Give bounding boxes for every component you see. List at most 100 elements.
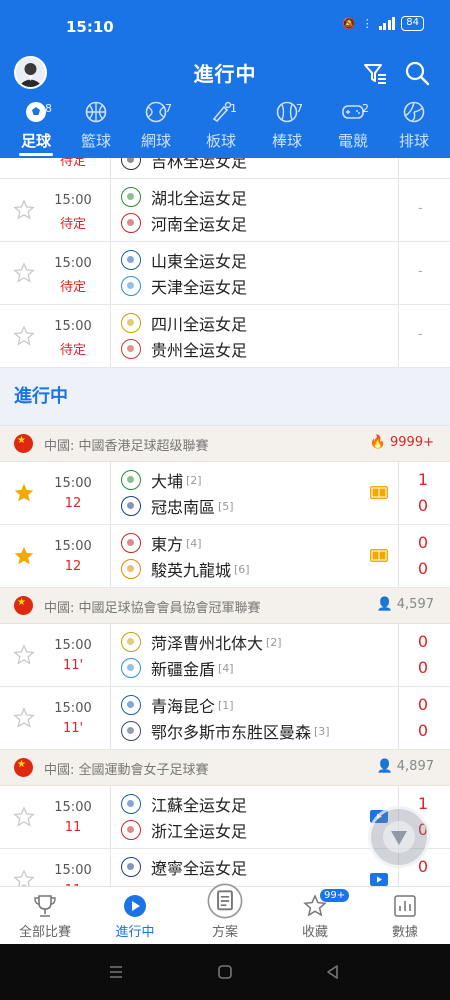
match-row[interactable]: 15:00 待定 山東全运女足 天津全运女足 - [0,242,450,305]
star-icon[interactable] [13,869,35,886]
away-team: 河南全运女足 [121,211,247,235]
tab-count: 7 [165,102,172,115]
home-team: 吉林全运女足 [121,158,247,172]
team-badge-icon [121,339,141,359]
row-divider [110,624,111,686]
match-row[interactable]: 15:00 11' 菏泽曹州北体大 [2] 新疆金盾 [4] 0 0 [0,624,450,687]
floating-assistant-button[interactable] [368,806,430,868]
star-icon[interactable] [13,707,35,729]
row-divider [110,786,111,848]
field-animation-icon[interactable] [370,486,388,499]
tab-esports[interactable]: 2 電競 [321,100,385,151]
team-name: 吉林全运女足 [151,158,248,171]
home-icon[interactable] [217,964,233,980]
tab-baseball[interactable]: 7 棒球 [255,100,319,151]
home-team: 湖北全运女足 [121,185,247,209]
match-time: 15:00 [54,476,92,491]
team-badge-icon [121,632,141,652]
volleyball-icon [403,101,425,123]
team-name: 江蘇全运女足 [151,796,248,815]
match-state: 待定 [59,217,86,232]
match-list[interactable]: 待定 吉林全运女足 15:00 待定 湖北全运女足 河南全运女足 - 15:00… [0,158,450,886]
tab-soccer[interactable]: 8 足球 [4,100,68,151]
video-icon[interactable] [370,873,388,886]
match-time: 15:00 [54,256,92,271]
team-badge-icon [121,213,141,233]
basketball-icon [85,101,107,123]
team-rank: [3] [314,724,330,738]
china-flag-icon [14,596,33,615]
team-badge-icon [121,820,141,840]
home-score: 0 [417,695,429,714]
system-nav-bar [0,944,450,1000]
match-state: 待定 [59,280,86,295]
nav-live[interactable]: 進行中 [90,887,180,945]
tab-count: 2 [362,102,369,115]
match-row-partial[interactable]: 待定 吉林全运女足 [0,158,450,179]
field-animation-icon[interactable] [370,549,388,562]
play-circle-icon [124,895,146,917]
wifi-icon: ⋮ [361,17,373,30]
match-row[interactable]: 15:00 待定 湖北全运女足 河南全运女足 - [0,179,450,242]
home-team: 江蘇全运女足 [121,792,247,816]
star-icon[interactable] [13,199,35,221]
tab-volleyball[interactable]: 排球 [382,100,446,151]
team-rank: [2] [186,473,202,487]
star-icon[interactable] [13,644,35,666]
row-divider [398,462,399,524]
team-badge-icon [121,187,141,207]
team-name: 冠忠南區 [151,498,216,517]
star-icon[interactable] [13,482,35,504]
star-icon[interactable] [13,262,35,284]
recent-apps-icon[interactable] [108,964,124,980]
league-name: 中國: 全國運動會女子足球賽 [44,763,209,778]
nav-all-matches[interactable]: 全部比賽 [0,887,90,945]
team-name: 菏泽曹州北体大 [151,634,264,653]
home-team: 山東全运女足 [121,248,247,272]
filter-icon[interactable] [362,60,388,86]
nav-favorites[interactable]: 99+ 收藏 [270,887,360,945]
league-header[interactable]: 中國: 中國香港足球超级聯賽 🔥 9999+ [0,426,450,462]
league-header[interactable]: 中國: 全國運動會女子足球賽 👤 4,897 [0,750,450,786]
team-badge-icon [121,533,141,553]
star-icon[interactable] [13,545,35,567]
tab-basketball[interactable]: 籃球 [64,100,128,151]
away-team: 駿英九龍城 [6] [121,557,250,581]
back-icon[interactable] [325,964,341,980]
match-row[interactable]: 15:00 12 大埔 [2] 冠忠南區 [5] 1 0 [0,462,450,525]
match-row[interactable]: 15:00 12 東方 [4] 駿英九龍城 [6] 0 0 [0,525,450,588]
match-row[interactable]: 15:00 11' 青海昆仑 [1] 鄂尔多斯市东胜区曼森 [3] 0 0 [0,687,450,750]
tab-label: 籃球 [80,132,111,150]
away-team: 冠忠南區 [5] [121,494,234,518]
user-icon: 👤 [376,759,393,774]
document-icon [207,883,243,919]
nav-data[interactable]: 數據 [360,887,450,945]
home-team: 大埔 [2] [121,468,202,492]
row-divider [110,462,111,524]
team-name: 浙江全运女足 [151,822,248,841]
status-icons: 🔕 ⋮ 84 [342,16,424,31]
league-header[interactable]: 中國: 中國足球協會會員協會冠軍聯賽 👤 4,597 [0,588,450,624]
match-row[interactable]: 15:00 待定 四川全运女足 贵州全运女足 - [0,305,450,368]
active-tab-indicator [19,153,53,156]
tab-count: 1 [230,102,237,115]
match-state: 待定 [59,343,86,358]
nav-plans[interactable]: 方案 [180,883,270,945]
away-score: 0 [417,496,429,515]
team-name: 河南全运女足 [151,215,248,234]
tab-cricket[interactable]: 1 板球 [189,100,253,151]
tab-label: 網球 [140,132,171,150]
tab-tennis[interactable]: 7 網球 [124,100,188,151]
team-badge-icon [121,794,141,814]
team-name: 東方 [151,535,184,554]
match-time: 15:00 [54,638,92,653]
star-icon[interactable] [13,325,35,347]
team-rank: [4] [218,661,234,675]
match-result: - [418,201,423,216]
favorites-badge: 99+ [320,889,350,902]
star-icon[interactable] [13,806,35,828]
search-icon[interactable] [404,60,430,86]
team-badge-icon [121,857,141,877]
away-score: 0 [417,721,429,740]
team-badge-icon [121,695,141,715]
